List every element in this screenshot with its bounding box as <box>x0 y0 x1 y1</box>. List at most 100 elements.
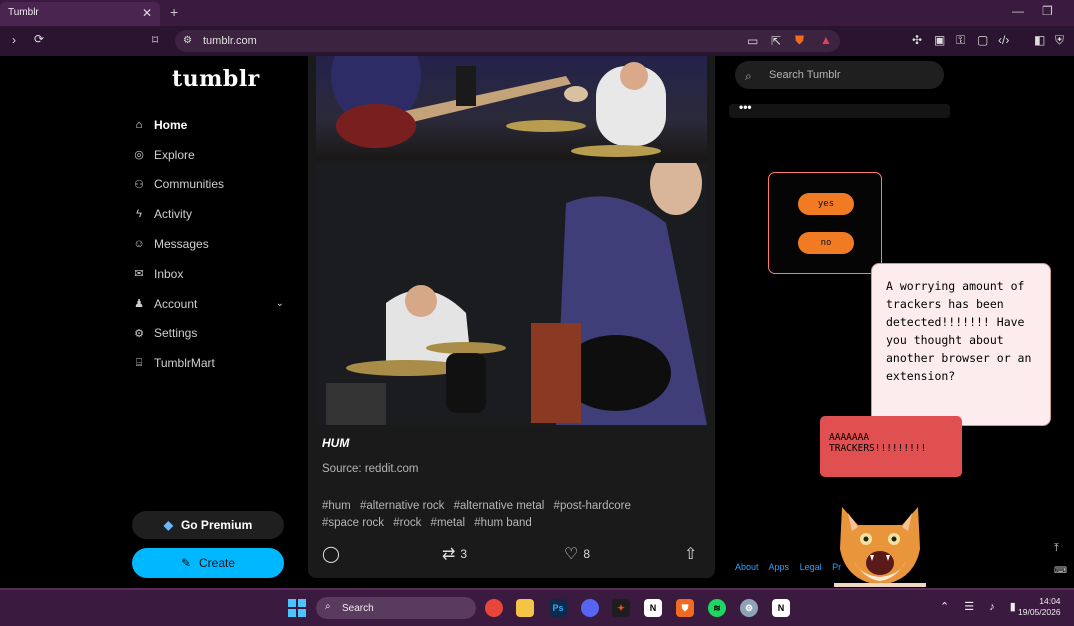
page-side-icons: ⤒ ⌨ <box>1054 542 1067 576</box>
devtools-icon[interactable]: ‹/› <box>998 33 1009 47</box>
cast-icon[interactable]: ▭ <box>747 34 758 48</box>
url-text: tumblr.com <box>203 35 257 47</box>
scroll-top-icon[interactable]: ⤒ <box>1054 542 1067 555</box>
go-premium-button[interactable]: ◆ Go Premium <box>132 511 284 539</box>
clock-time: 14:04 <box>1039 596 1061 606</box>
search-input[interactable]: Search Tumblr <box>735 61 944 89</box>
post-tag[interactable]: #post-hardcore <box>554 500 631 512</box>
tumblr-logo[interactable]: tumblr <box>172 66 260 92</box>
no-button[interactable]: no <box>798 232 854 254</box>
vpn-icon[interactable]: ⛨ <box>1055 33 1064 48</box>
sidebar-item-label: Messages <box>154 237 209 252</box>
spotify-icon[interactable]: ≋ <box>708 599 726 617</box>
brave-shield-icon[interactable]: ⛊ <box>795 33 804 48</box>
share-icon[interactable]: ⇱ <box>771 34 781 48</box>
diamond-icon: ◆ <box>163 518 173 532</box>
post-actions: ◯ ⇄ 3 ♡ 8 ⇧ <box>322 544 702 564</box>
create-label: Create <box>199 556 236 570</box>
screenshot-icon[interactable]: ▣ <box>934 33 945 47</box>
post-tag[interactable]: #hum band <box>474 517 532 529</box>
footer-links: About Apps Legal Pr <box>735 562 849 572</box>
post-photo-band[interactable] <box>316 163 707 425</box>
post-photo-guitarist[interactable] <box>316 56 707 160</box>
chrome-icon[interactable] <box>485 599 503 617</box>
bookmark-icon[interactable]: ⌑ <box>152 33 158 47</box>
sidebar-item-home[interactable]: ⌂ Home <box>132 110 292 140</box>
home-icon: ⌂ <box>135 118 143 131</box>
footer-link-about[interactable]: About <box>735 562 759 572</box>
sidebar-item-tumblrmart[interactable]: ⌸ TumblrMart <box>132 348 292 378</box>
taskbar-clock[interactable]: 14:04 19/05/2026 <box>1018 596 1061 618</box>
alarm-line1: AAAAAAA <box>829 432 870 443</box>
post-title: HUM <box>322 436 350 450</box>
sidebar-item-account[interactable]: ♟ Account ⌄ <box>132 289 292 319</box>
settings-app-icon[interactable]: ⚙ <box>740 599 758 617</box>
reload-icon[interactable]: ⟳ <box>34 32 44 46</box>
sidebar-item-label: Home <box>154 117 188 132</box>
photo-image <box>331 56 666 157</box>
photoshop-icon[interactable]: Ps <box>549 599 567 617</box>
footer-link-privacy[interactable]: Pr <box>832 562 841 572</box>
notion-icon[interactable]: N <box>644 599 662 617</box>
cast-screen-icon[interactable]: ▢ <box>977 33 988 47</box>
reblog-button[interactable]: ⇄ 3 <box>442 544 467 564</box>
heart-icon: ♡ <box>564 546 579 563</box>
minimize-icon[interactable]: — <box>1012 4 1024 18</box>
password-key-icon[interactable]: ⚿ <box>956 33 965 48</box>
post-tag[interactable]: #metal <box>431 517 466 529</box>
taskbar-search-label: Search <box>342 603 374 614</box>
post-tag[interactable]: #hum <box>322 500 351 512</box>
post-tag[interactable]: #alternative metal <box>454 500 545 512</box>
browser-tab[interactable]: Tumblr ✕ <box>0 2 160 26</box>
keyboard-icon[interactable]: ⌨ <box>1054 565 1067 576</box>
sidebar-item-messages[interactable]: ☺ Messages <box>132 229 292 259</box>
address-bar[interactable]: ⚙ tumblr.com ▭ ⇱ ⛊ ▲ <box>175 30 840 52</box>
pencil-icon: ✎ <box>180 556 192 570</box>
more-menu[interactable]: ••• <box>729 101 950 118</box>
footer-link-legal[interactable]: Legal <box>800 562 822 572</box>
share-icon[interactable]: ⇧ <box>684 544 697 564</box>
new-tab-icon[interactable]: + <box>170 4 178 20</box>
gear-icon: ⚙ <box>134 327 144 340</box>
search-icon: ⌕ <box>325 601 331 612</box>
yes-button[interactable]: yes <box>798 193 854 215</box>
windows-start-icon[interactable] <box>288 599 306 617</box>
like-count: 8 <box>583 547 591 561</box>
brave-icon[interactable]: ⛊ <box>676 599 694 617</box>
sidebar-nav: ⌂ Home ◎ Explore ⚇ Communities ϟ Activit… <box>132 110 292 378</box>
people-icon: ⚇ <box>134 178 144 191</box>
chevron-down-icon[interactable]: ⌄ <box>276 298 284 309</box>
tracker-popup: yes no <box>768 172 882 274</box>
tracker-alarm-box: AAAAAAA TRACKERS!!!!!!!!! <box>820 416 962 477</box>
post-tag[interactable]: #alternative rock <box>360 500 444 512</box>
brave-rewards-icon[interactable]: ▲ <box>820 33 832 47</box>
system-tray[interactable]: ⌃ ☰ ♪ ▮ <box>940 600 1022 613</box>
post-tag[interactable]: #space rock <box>322 517 384 529</box>
file-explorer-icon[interactable] <box>516 599 534 617</box>
create-button[interactable]: ✎ Create <box>132 548 284 578</box>
figma-icon[interactable]: ✦ <box>612 599 630 617</box>
post-source[interactable]: Source: reddit.com <box>322 463 419 475</box>
sidebar-item-inbox[interactable]: ✉ Inbox <box>132 259 292 289</box>
footer-link-apps[interactable]: Apps <box>769 562 790 572</box>
notion-calendar-icon[interactable]: N <box>772 599 790 617</box>
tab-title: Tumblr <box>8 7 39 18</box>
site-settings-icon[interactable]: ⚙ <box>183 35 192 46</box>
post-tag[interactable]: #rock <box>393 517 421 529</box>
taskbar-search[interactable]: ⌕ Search <box>316 597 476 619</box>
comment-icon[interactable]: ◯ <box>322 544 340 564</box>
sidebar-item-activity[interactable]: ϟ Activity <box>132 199 292 229</box>
sidebar-item-label: Activity <box>154 207 193 222</box>
sidebar-toggle-icon[interactable]: ◧ <box>1034 33 1045 47</box>
sidebar-item-settings[interactable]: ⚙ Settings <box>132 319 292 349</box>
sidebar-item-explore[interactable]: ◎ Explore <box>132 140 292 170</box>
shop-icon: ⌸ <box>135 356 143 369</box>
discord-icon[interactable] <box>581 599 599 617</box>
close-icon[interactable]: ✕ <box>142 6 152 20</box>
sidebar-item-communities[interactable]: ⚇ Communities <box>132 170 292 200</box>
photo-image <box>316 163 707 425</box>
extensions-icon[interactable]: ✣ <box>912 33 922 47</box>
restore-icon[interactable]: ❐ <box>1042 4 1053 18</box>
forward-icon[interactable]: › <box>12 33 16 47</box>
like-button[interactable]: ♡ 8 <box>564 544 590 564</box>
